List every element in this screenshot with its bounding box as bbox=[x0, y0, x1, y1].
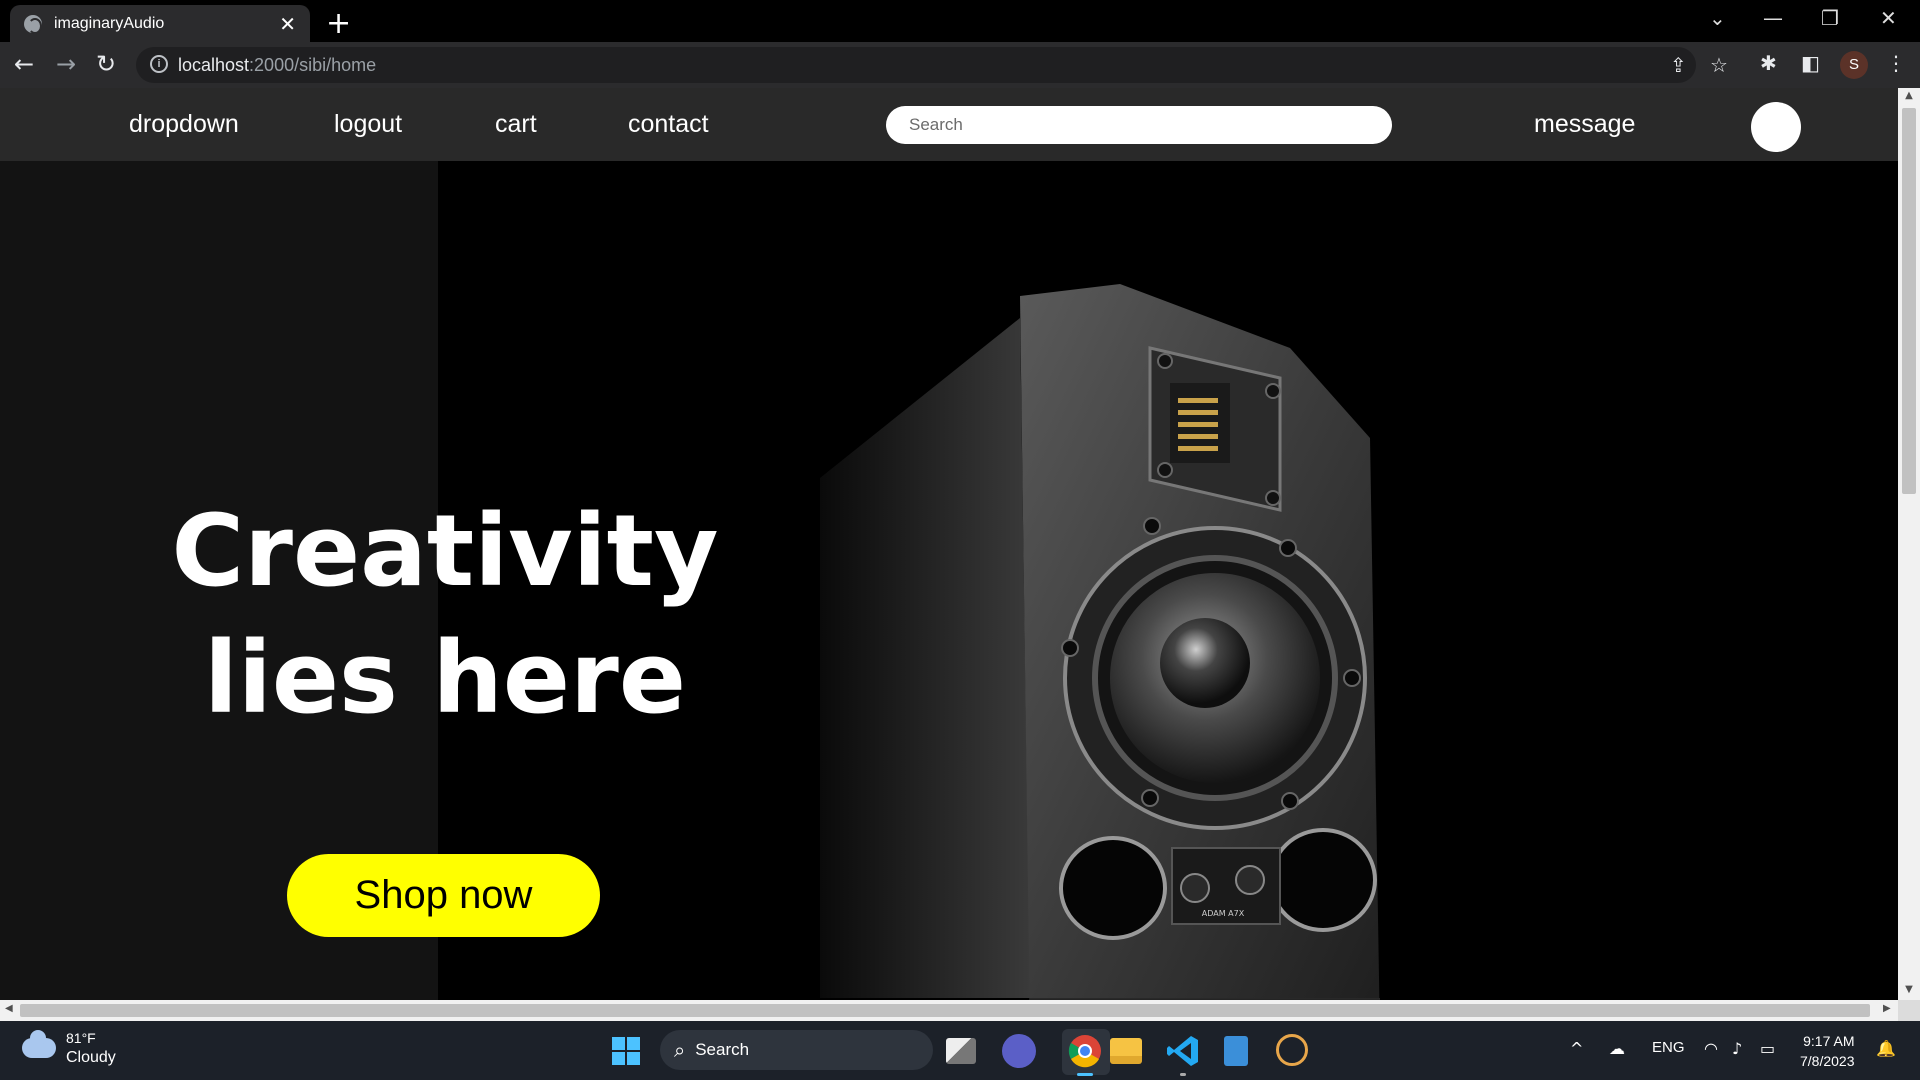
site-info-icon[interactable]: i bbox=[150, 55, 168, 73]
tab-title: imaginaryAudio bbox=[54, 14, 165, 32]
new-tab-button[interactable]: + bbox=[326, 6, 351, 41]
tab-search-icon[interactable]: ⌄ bbox=[1709, 6, 1726, 30]
weather-widget[interactable]: 81°F Cloudy bbox=[22, 1029, 116, 1067]
extensions-puzzle-icon[interactable]: ✱ bbox=[1760, 51, 1777, 75]
minimize-icon[interactable]: — bbox=[1763, 6, 1783, 30]
reload-icon[interactable]: ↻ bbox=[96, 50, 116, 78]
battery-icon[interactable]: ▭ bbox=[1760, 1039, 1775, 1058]
restore-icon[interactable]: ❐ bbox=[1821, 6, 1839, 30]
profile-avatar[interactable]: S bbox=[1840, 51, 1868, 79]
teams-chat-icon[interactable] bbox=[1002, 1034, 1036, 1068]
speaker-brand-label: ADAM A7X bbox=[1202, 909, 1245, 918]
user-avatar[interactable] bbox=[1751, 102, 1801, 152]
taskbar-search-label: Search bbox=[695, 1040, 750, 1059]
windows-taskbar: 81°F Cloudy ⌕ Search ^ ☁ ENG ◠ ♪ ▭ 9:17 … bbox=[0, 1021, 1920, 1080]
notifications-bell-icon[interactable]: 🔔 bbox=[1876, 1039, 1896, 1058]
scroll-down-arrow-icon[interactable]: ▼ bbox=[1898, 984, 1920, 995]
url-host: localhost bbox=[178, 55, 250, 75]
task-view-icon[interactable] bbox=[946, 1038, 976, 1064]
scroll-right-arrow-icon[interactable]: ▶ bbox=[1883, 1003, 1891, 1014]
file-explorer-icon[interactable] bbox=[1110, 1038, 1142, 1064]
bookmark-star-icon[interactable]: ☆ bbox=[1710, 53, 1728, 77]
scrollbar-corner bbox=[1898, 1000, 1920, 1021]
horizontal-scroll-thumb[interactable] bbox=[20, 1004, 1870, 1017]
shop-now-button[interactable]: Shop now bbox=[287, 854, 600, 937]
chrome-active-indicator bbox=[1077, 1073, 1093, 1076]
weather-description: Cloudy bbox=[66, 1049, 116, 1066]
notepad-icon[interactable] bbox=[1224, 1036, 1248, 1066]
volume-icon[interactable]: ♪ bbox=[1732, 1039, 1742, 1058]
globe-icon bbox=[24, 14, 42, 34]
scroll-left-arrow-icon[interactable]: ◀ bbox=[5, 1003, 13, 1014]
browser-tab[interactable]: imaginaryAudio ✕ bbox=[10, 5, 310, 42]
media-player-icon[interactable] bbox=[1276, 1034, 1308, 1066]
nav-cart-link[interactable]: cart bbox=[495, 110, 537, 139]
language-indicator[interactable]: ENG bbox=[1652, 1039, 1685, 1056]
nav-contact-link[interactable]: contact bbox=[628, 110, 709, 139]
search-icon: ⌕ bbox=[674, 1038, 686, 1062]
wifi-icon[interactable]: ◠ bbox=[1704, 1039, 1718, 1058]
clock-time: 9:17 AM bbox=[1803, 1033, 1855, 1049]
browser-tab-strip: imaginaryAudio ✕ + ⌄ — ❐ ✕ bbox=[0, 0, 1920, 42]
close-window-icon[interactable]: ✕ bbox=[1880, 6, 1897, 30]
hero-headline-line2: lies here bbox=[204, 621, 686, 736]
address-bar[interactable]: i localhost:2000/sibi/home ⇪ ☆ bbox=[136, 47, 1728, 83]
studio-monitor-speaker-image: ADAM A7X bbox=[820, 284, 1380, 1000]
weather-temperature: 81°F bbox=[66, 1030, 96, 1046]
cloud-icon bbox=[22, 1030, 56, 1058]
taskbar-search-box[interactable]: ⌕ Search bbox=[660, 1030, 933, 1070]
share-icon[interactable]: ⇪ bbox=[1670, 53, 1687, 77]
nav-message-link[interactable]: message bbox=[1534, 110, 1635, 139]
vscode-icon[interactable] bbox=[1166, 1034, 1200, 1068]
system-clock[interactable]: 9:17 AM 7/8/2023 bbox=[1800, 1031, 1855, 1071]
browser-toolbar: ← → ↻ i localhost:2000/sibi/home ⇪ ☆ ✱ ◧… bbox=[0, 42, 1920, 88]
vertical-scrollbar[interactable]: ▲ ▼ bbox=[1898, 88, 1920, 1000]
site-navbar: dropdown logout cart contact message bbox=[0, 88, 1898, 161]
scroll-up-arrow-icon[interactable]: ▲ bbox=[1898, 90, 1920, 101]
site-search-input[interactable] bbox=[886, 106, 1392, 144]
page-viewport: dropdown logout cart contact message bbox=[0, 88, 1898, 1000]
forward-arrow-icon[interactable]: → bbox=[56, 50, 76, 78]
horizontal-scrollbar[interactable]: ◀ ▶ bbox=[0, 1000, 1898, 1021]
clock-date: 7/8/2023 bbox=[1800, 1053, 1855, 1069]
show-hidden-icons-chevron-icon[interactable]: ^ bbox=[1570, 1039, 1583, 1058]
more-menu-icon[interactable]: ⋮ bbox=[1886, 51, 1906, 75]
url-path: :2000/sibi/home bbox=[249, 55, 377, 75]
chrome-icon[interactable] bbox=[1068, 1034, 1102, 1068]
windows-start-icon[interactable] bbox=[612, 1037, 640, 1065]
nav-dropdown-link[interactable]: dropdown bbox=[129, 110, 239, 139]
vscode-running-indicator bbox=[1180, 1073, 1186, 1076]
nav-logout-link[interactable]: logout bbox=[334, 110, 402, 139]
hero-headline-line1: Creativity bbox=[171, 494, 719, 609]
hero-headline: Creativity lies here bbox=[150, 488, 740, 742]
back-arrow-icon[interactable]: ← bbox=[14, 50, 34, 78]
onedrive-warning-icon[interactable]: ☁ bbox=[1609, 1039, 1625, 1058]
tab-close-icon[interactable]: ✕ bbox=[279, 12, 296, 36]
url-text: localhost:2000/sibi/home bbox=[178, 55, 376, 76]
vertical-scroll-thumb[interactable] bbox=[1902, 108, 1916, 494]
side-panel-icon[interactable]: ◧ bbox=[1801, 51, 1820, 75]
